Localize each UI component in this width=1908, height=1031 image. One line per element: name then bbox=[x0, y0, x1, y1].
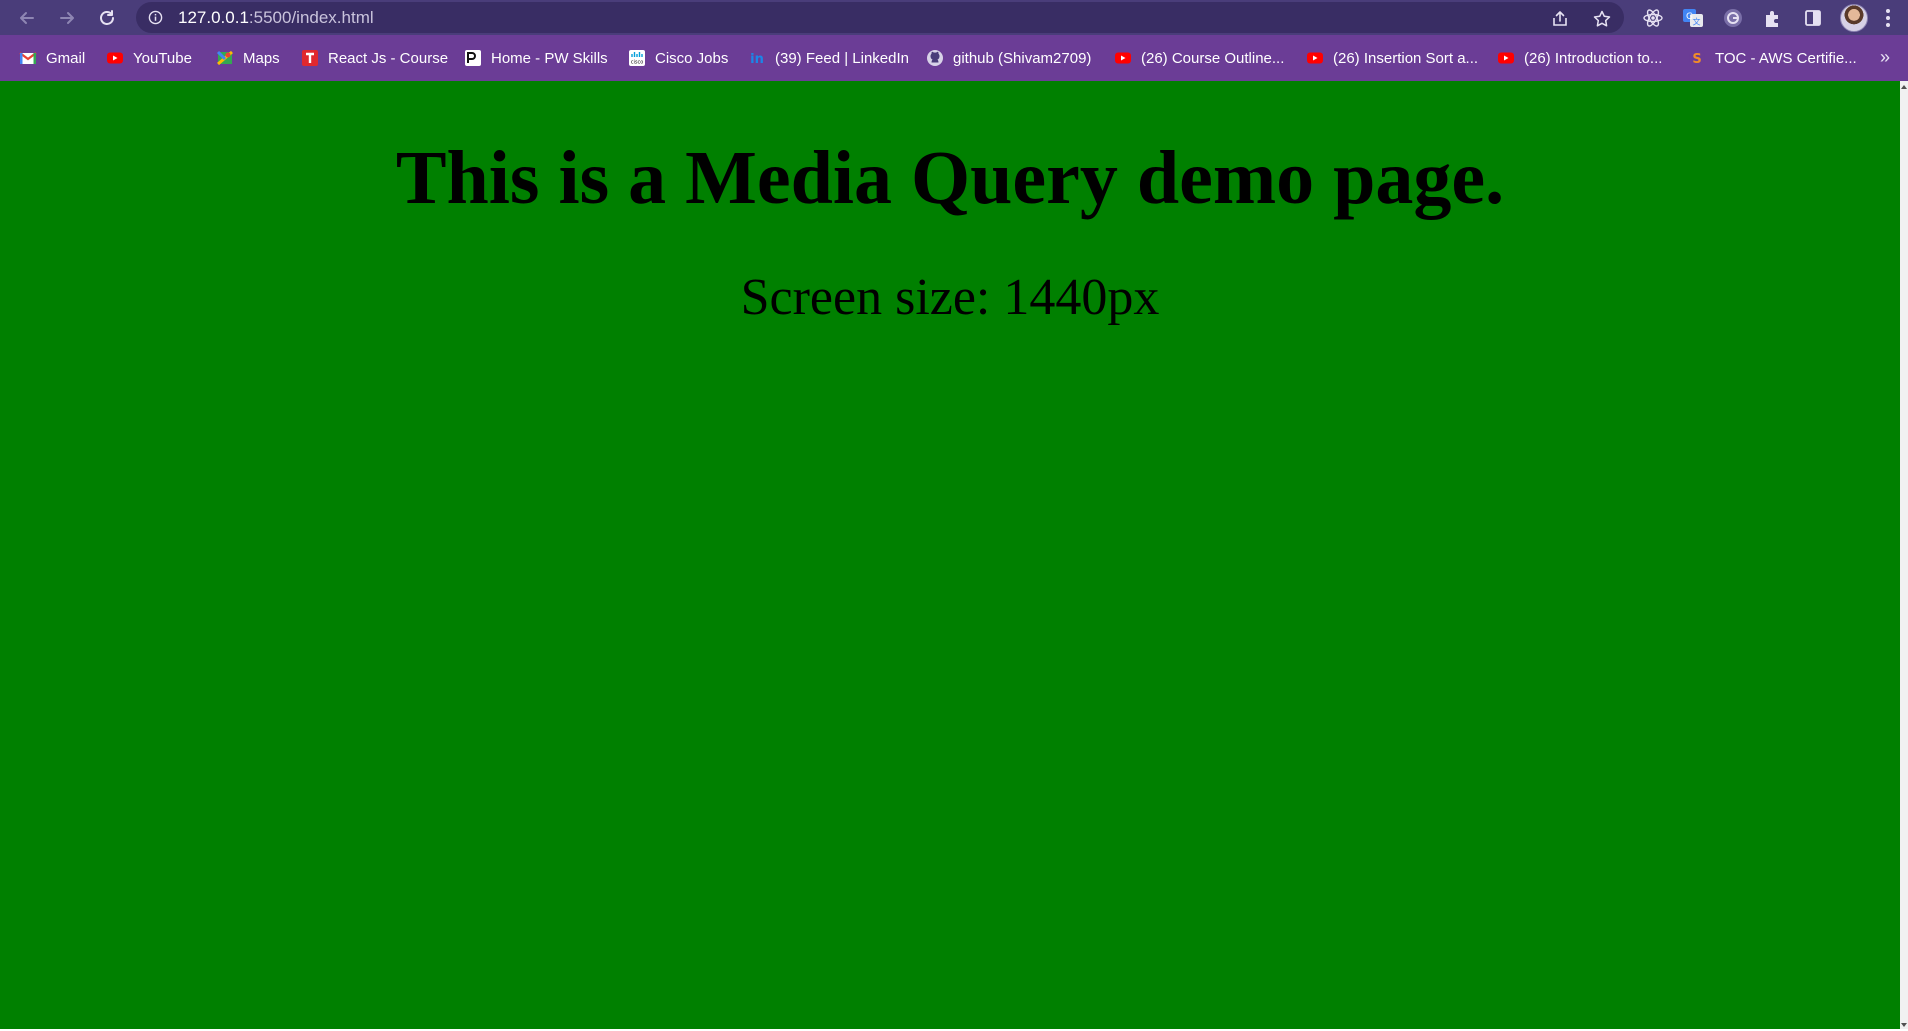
bookmark-course-outline[interactable]: (26) Course Outline... bbox=[1114, 47, 1284, 69]
vertical-scrollbar[interactable] bbox=[1900, 81, 1908, 1031]
more-menu-icon[interactable] bbox=[1884, 7, 1892, 29]
cisco-icon: cisco bbox=[628, 49, 646, 67]
bookmark-label: Maps bbox=[243, 49, 280, 67]
bookmark-gmail[interactable]: Gmail bbox=[19, 47, 85, 69]
bookmark-label: Cisco Jobs bbox=[655, 49, 729, 67]
scroll-up-arrow-icon[interactable] bbox=[1901, 85, 1907, 89]
side-panel-icon[interactable] bbox=[1802, 7, 1824, 29]
linkedin-icon: in bbox=[748, 49, 766, 67]
forward-arrow-icon bbox=[60, 12, 74, 24]
bookmark-label: github (Shivam2709) bbox=[953, 49, 1092, 67]
svg-text:cisco: cisco bbox=[631, 60, 644, 66]
page-viewport: This is a Media Query demo page. Screen … bbox=[0, 81, 1900, 1031]
bookmark-label: (39) Feed | LinkedIn bbox=[775, 49, 909, 67]
back-button[interactable] bbox=[14, 5, 40, 31]
bookmark-pw-skills[interactable]: Home - PW Skills bbox=[464, 47, 608, 69]
info-icon[interactable] bbox=[148, 10, 163, 25]
bookmark-label: Gmail bbox=[46, 49, 86, 67]
bookmark-react-course[interactable]: React Js - Course bbox=[301, 47, 448, 69]
bookmarks-overflow-button[interactable]: » bbox=[1880, 47, 1890, 68]
bookmark-label: (26) Insertion Sort a... bbox=[1333, 49, 1479, 67]
bookmark-youtube[interactable]: YouTube bbox=[106, 47, 192, 69]
url-text[interactable]: 127.0.0.1:5500/index.html bbox=[178, 8, 374, 28]
bookmark-label: React Js - Course bbox=[328, 49, 449, 67]
react-devtools-icon[interactable] bbox=[1642, 7, 1664, 29]
bookmark-label: YouTube bbox=[133, 49, 192, 67]
s-logo-icon: S bbox=[1688, 49, 1706, 67]
gmail-icon bbox=[19, 49, 37, 67]
forward-button[interactable] bbox=[54, 5, 80, 31]
github-icon bbox=[926, 49, 944, 67]
address-bar[interactable]: 127.0.0.1:5500/index.html bbox=[136, 2, 1624, 33]
youtube-icon bbox=[1497, 49, 1515, 67]
bookmark-label: (26) Introduction to... bbox=[1524, 49, 1663, 67]
bookmark-label: Home - PW Skills bbox=[491, 49, 608, 67]
t-logo-icon bbox=[301, 49, 319, 67]
url-path: :5500/index.html bbox=[248, 8, 374, 27]
bookmark-aws-toc[interactable]: S TOC - AWS Certifie... bbox=[1688, 47, 1857, 69]
bookmark-linkedin[interactable]: in (39) Feed | LinkedIn bbox=[748, 47, 909, 69]
star-icon[interactable] bbox=[1592, 9, 1612, 29]
extensions-puzzle-icon[interactable] bbox=[1762, 7, 1784, 29]
bookmark-introduction[interactable]: (26) Introduction to... bbox=[1497, 47, 1662, 69]
reload-icon bbox=[100, 10, 114, 25]
back-arrow-icon bbox=[20, 12, 34, 24]
maps-icon bbox=[216, 49, 234, 67]
share-icon[interactable] bbox=[1550, 9, 1570, 29]
bookmarks-bar: Gmail YouTube Maps React Js - Course Hom… bbox=[0, 35, 1908, 81]
bookmark-insertion-sort[interactable]: (26) Insertion Sort a... bbox=[1306, 47, 1478, 69]
svg-text:in: in bbox=[750, 52, 764, 67]
youtube-icon bbox=[1114, 49, 1132, 67]
url-host: 127.0.0.1 bbox=[178, 8, 249, 27]
bookmark-github[interactable]: github (Shivam2709) bbox=[926, 47, 1091, 69]
scroll-down-arrow-icon[interactable] bbox=[1901, 1023, 1907, 1027]
svg-text:S: S bbox=[1692, 52, 1701, 67]
youtube-icon bbox=[1306, 49, 1324, 67]
grammarly-icon[interactable] bbox=[1722, 7, 1744, 29]
bookmark-cisco-jobs[interactable]: cisco Cisco Jobs bbox=[628, 47, 728, 69]
pw-skills-icon bbox=[464, 49, 482, 67]
svg-text:文: 文 bbox=[1693, 17, 1701, 27]
youtube-icon bbox=[106, 49, 124, 67]
google-translate-icon[interactable]: G文 bbox=[1682, 7, 1704, 29]
bookmark-label: (26) Course Outline... bbox=[1141, 49, 1285, 67]
bookmark-label: TOC - AWS Certifie... bbox=[1715, 49, 1857, 67]
browser-toolbar: 127.0.0.1:5500/index.html G文 bbox=[0, 0, 1908, 35]
profile-avatar[interactable] bbox=[1840, 4, 1868, 32]
bookmark-maps[interactable]: Maps bbox=[216, 47, 280, 69]
reload-button[interactable] bbox=[94, 5, 120, 31]
page-heading: This is a Media Query demo page. bbox=[395, 136, 1505, 220]
screen-size-text: Screen size: 1440px bbox=[740, 269, 1160, 326]
